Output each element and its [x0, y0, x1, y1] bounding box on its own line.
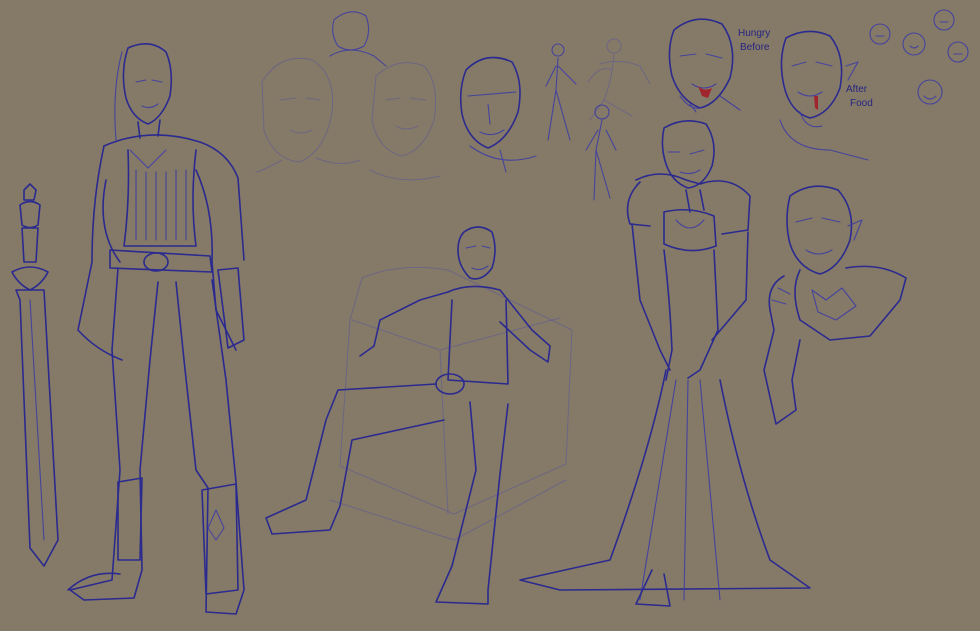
standing-figure-sketch	[67, 43, 245, 615]
pose-studies-sketch	[545, 38, 651, 201]
hungry-head-sketch: Hungry Before	[668, 18, 770, 113]
sketch-sheet: Hungry Before After Food	[0, 0, 980, 631]
head-studies-sketch	[255, 11, 441, 181]
dress-figure-sketch	[519, 120, 811, 607]
bust-figure-sketch	[763, 185, 907, 425]
after-food-note-line2: Food	[850, 98, 873, 109]
expression-studies-sketch	[869, 9, 969, 105]
hungry-before-note-line2: Before	[740, 42, 770, 53]
sword-sketch	[11, 183, 59, 567]
after-food-head-sketch: After Food	[779, 30, 873, 161]
hungry-before-note-line1: Hungry	[738, 28, 770, 39]
after-food-note-line1: After	[846, 84, 868, 95]
sketch-svg: Hungry Before After Food	[11, 9, 969, 615]
seated-figure-sketch	[265, 226, 573, 605]
head-profile-sketch	[459, 56, 537, 173]
